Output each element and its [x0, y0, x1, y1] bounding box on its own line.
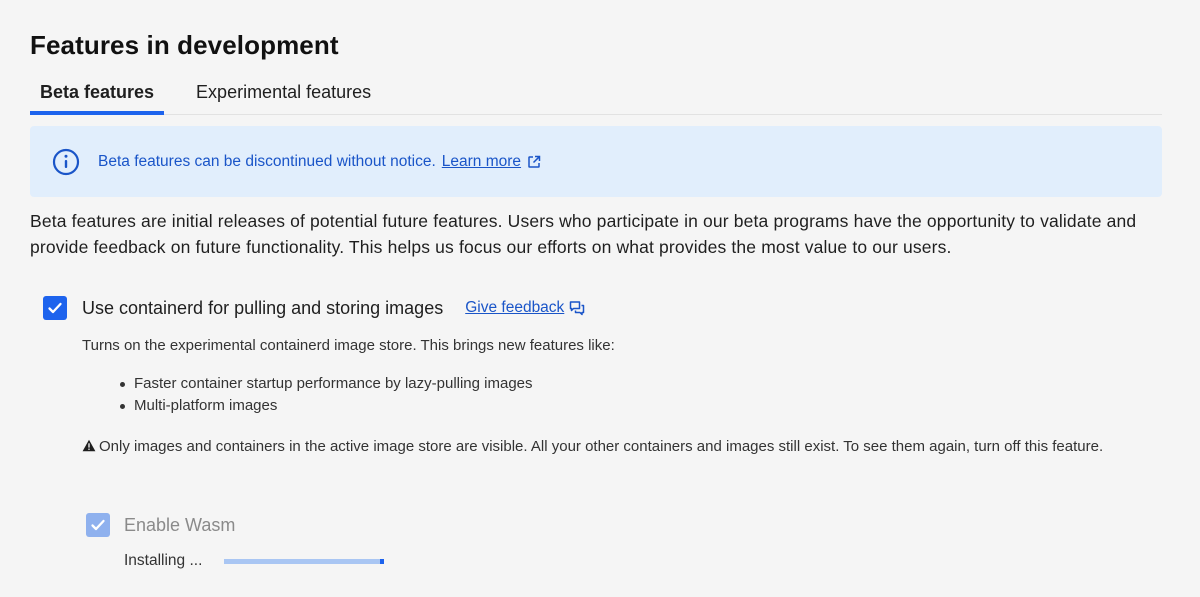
install-status-text: Installing ... — [124, 552, 203, 569]
containerd-checkbox[interactable] — [43, 296, 67, 320]
install-status-row: Installing ... — [124, 552, 385, 570]
features-page: Features in development Beta features Ex… — [0, 0, 1200, 597]
checkmark-icon — [48, 302, 62, 314]
list-item: Faster container startup performance by … — [120, 373, 533, 395]
learn-more-label: Learn more — [441, 152, 522, 170]
info-icon — [52, 148, 80, 175]
install-progress-fill — [224, 558, 385, 564]
list-item: Multi-platform images — [120, 395, 533, 417]
beta-description: Beta features are initial releases of po… — [30, 211, 1137, 257]
give-feedback-link[interactable]: Give feedback — [465, 299, 564, 317]
tab-experimental-features[interactable]: Experimental features — [186, 78, 381, 114]
active-store-warning: Only images and containers in the active… — [82, 436, 1172, 457]
containerd-feature-row: Use containerd for pulling and storing i… — [43, 296, 585, 320]
tab-beta-features[interactable]: Beta features — [30, 78, 165, 115]
feedback-icon[interactable] — [569, 300, 585, 316]
containerd-feature-label[interactable]: Use containerd for pulling and storing i… — [82, 298, 443, 319]
install-progress-bar — [224, 558, 385, 564]
wasm-feature-label: Enable Wasm — [124, 514, 236, 535]
info-banner: Beta features can be discontinued withou… — [30, 126, 1162, 197]
external-link-icon[interactable] — [527, 155, 541, 169]
wasm-checkbox[interactable] — [86, 513, 110, 537]
warning-text: Only images and containers in the active… — [99, 438, 1104, 455]
checkmark-icon — [91, 519, 105, 531]
wasm-feature-row: Enable Wasm — [86, 513, 235, 537]
install-progress-indicator — [380, 558, 385, 564]
containerd-feature-list: Faster container startup performance by … — [120, 373, 533, 417]
tab-bar: Beta features Experimental features — [30, 78, 1162, 115]
warning-icon — [82, 439, 96, 452]
page-title: Features in development — [30, 30, 339, 60]
containerd-feature-description: Turns on the experimental containerd ima… — [82, 337, 615, 354]
banner-text: Beta features can be discontinued withou… — [98, 152, 436, 170]
learn-more-link[interactable]: Learn more — [442, 153, 521, 171]
